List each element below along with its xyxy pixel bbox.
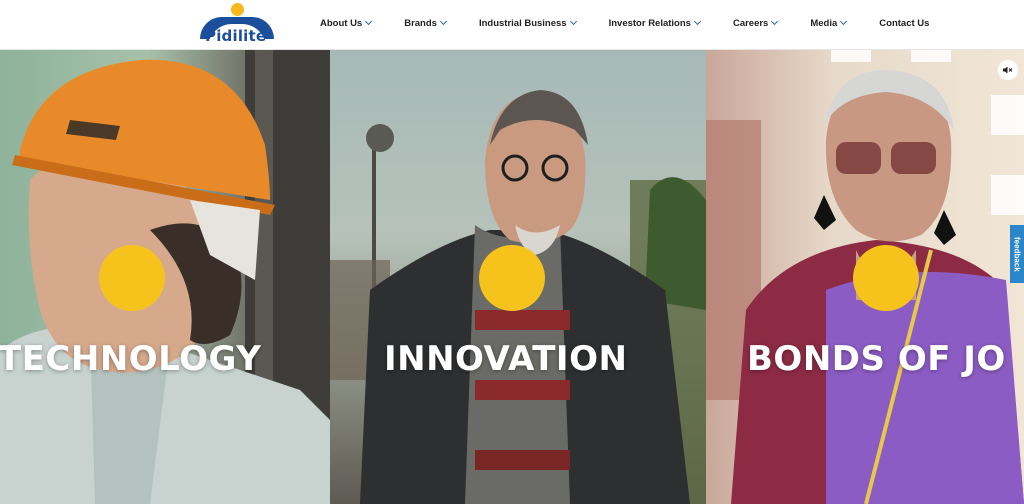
nav-item-label: About Us <box>320 17 363 29</box>
panel-title: INNOVATION <box>384 339 628 379</box>
chevron-down-icon <box>439 17 447 26</box>
nav-item-label: Careers <box>732 17 769 29</box>
pidilite-logo[interactable]: Pidilite <box>196 2 278 48</box>
yellow-dot-icon <box>479 245 545 311</box>
nav-item-media[interactable]: Media <box>810 17 848 29</box>
chevron-down-icon <box>771 17 779 26</box>
nav-item-careers[interactable]: Careers <box>732 17 779 29</box>
panel-bonds-of-joy[interactable]: BONDS OF JO <box>706 50 1024 504</box>
nav-item-investor-relations[interactable]: Investor Relations <box>608 17 701 29</box>
chevron-down-icon <box>693 17 701 26</box>
nav-item-label: Media <box>810 17 838 29</box>
speaker-mute-icon <box>1003 66 1013 74</box>
main-nav: About Us Brands Industrial Business Inve… <box>320 0 929 46</box>
panel-innovation[interactable]: INNOVATION <box>330 50 706 504</box>
feedback-tab[interactable]: feedback <box>1010 225 1024 283</box>
logo-wordmark: Pidilite <box>205 27 267 45</box>
logo-sun-icon <box>231 3 244 16</box>
site-header: Pidilite About Us Brands Industrial Busi… <box>0 0 1024 50</box>
nav-item-label: Contact Us <box>879 17 930 29</box>
panel-title: BONDS OF JO <box>747 339 1006 379</box>
nav-item-contact-us[interactable]: Contact Us <box>879 18 929 29</box>
yellow-dot-icon <box>853 245 919 311</box>
chevron-down-icon <box>569 17 577 26</box>
nav-item-about-us[interactable]: About Us <box>320 17 373 29</box>
chevron-down-icon <box>365 17 373 26</box>
chevron-down-icon <box>840 17 848 26</box>
yellow-dot-icon <box>99 245 165 311</box>
nav-item-industrial-business[interactable]: Industrial Business <box>478 17 577 29</box>
hero-panels: TECHNOLOGY INNOVATION BONDS OF JO <box>0 50 1024 504</box>
nav-item-label: Brands <box>404 17 437 29</box>
nav-item-label: Industrial Business <box>478 17 567 29</box>
nav-item-label: Investor Relations <box>608 17 691 29</box>
panel-title: TECHNOLOGY <box>0 339 262 379</box>
mute-button[interactable] <box>998 60 1018 80</box>
panel-technology[interactable]: TECHNOLOGY <box>0 50 330 504</box>
nav-item-brands[interactable]: Brands <box>404 17 447 29</box>
worker-scene-image <box>0 50 330 504</box>
